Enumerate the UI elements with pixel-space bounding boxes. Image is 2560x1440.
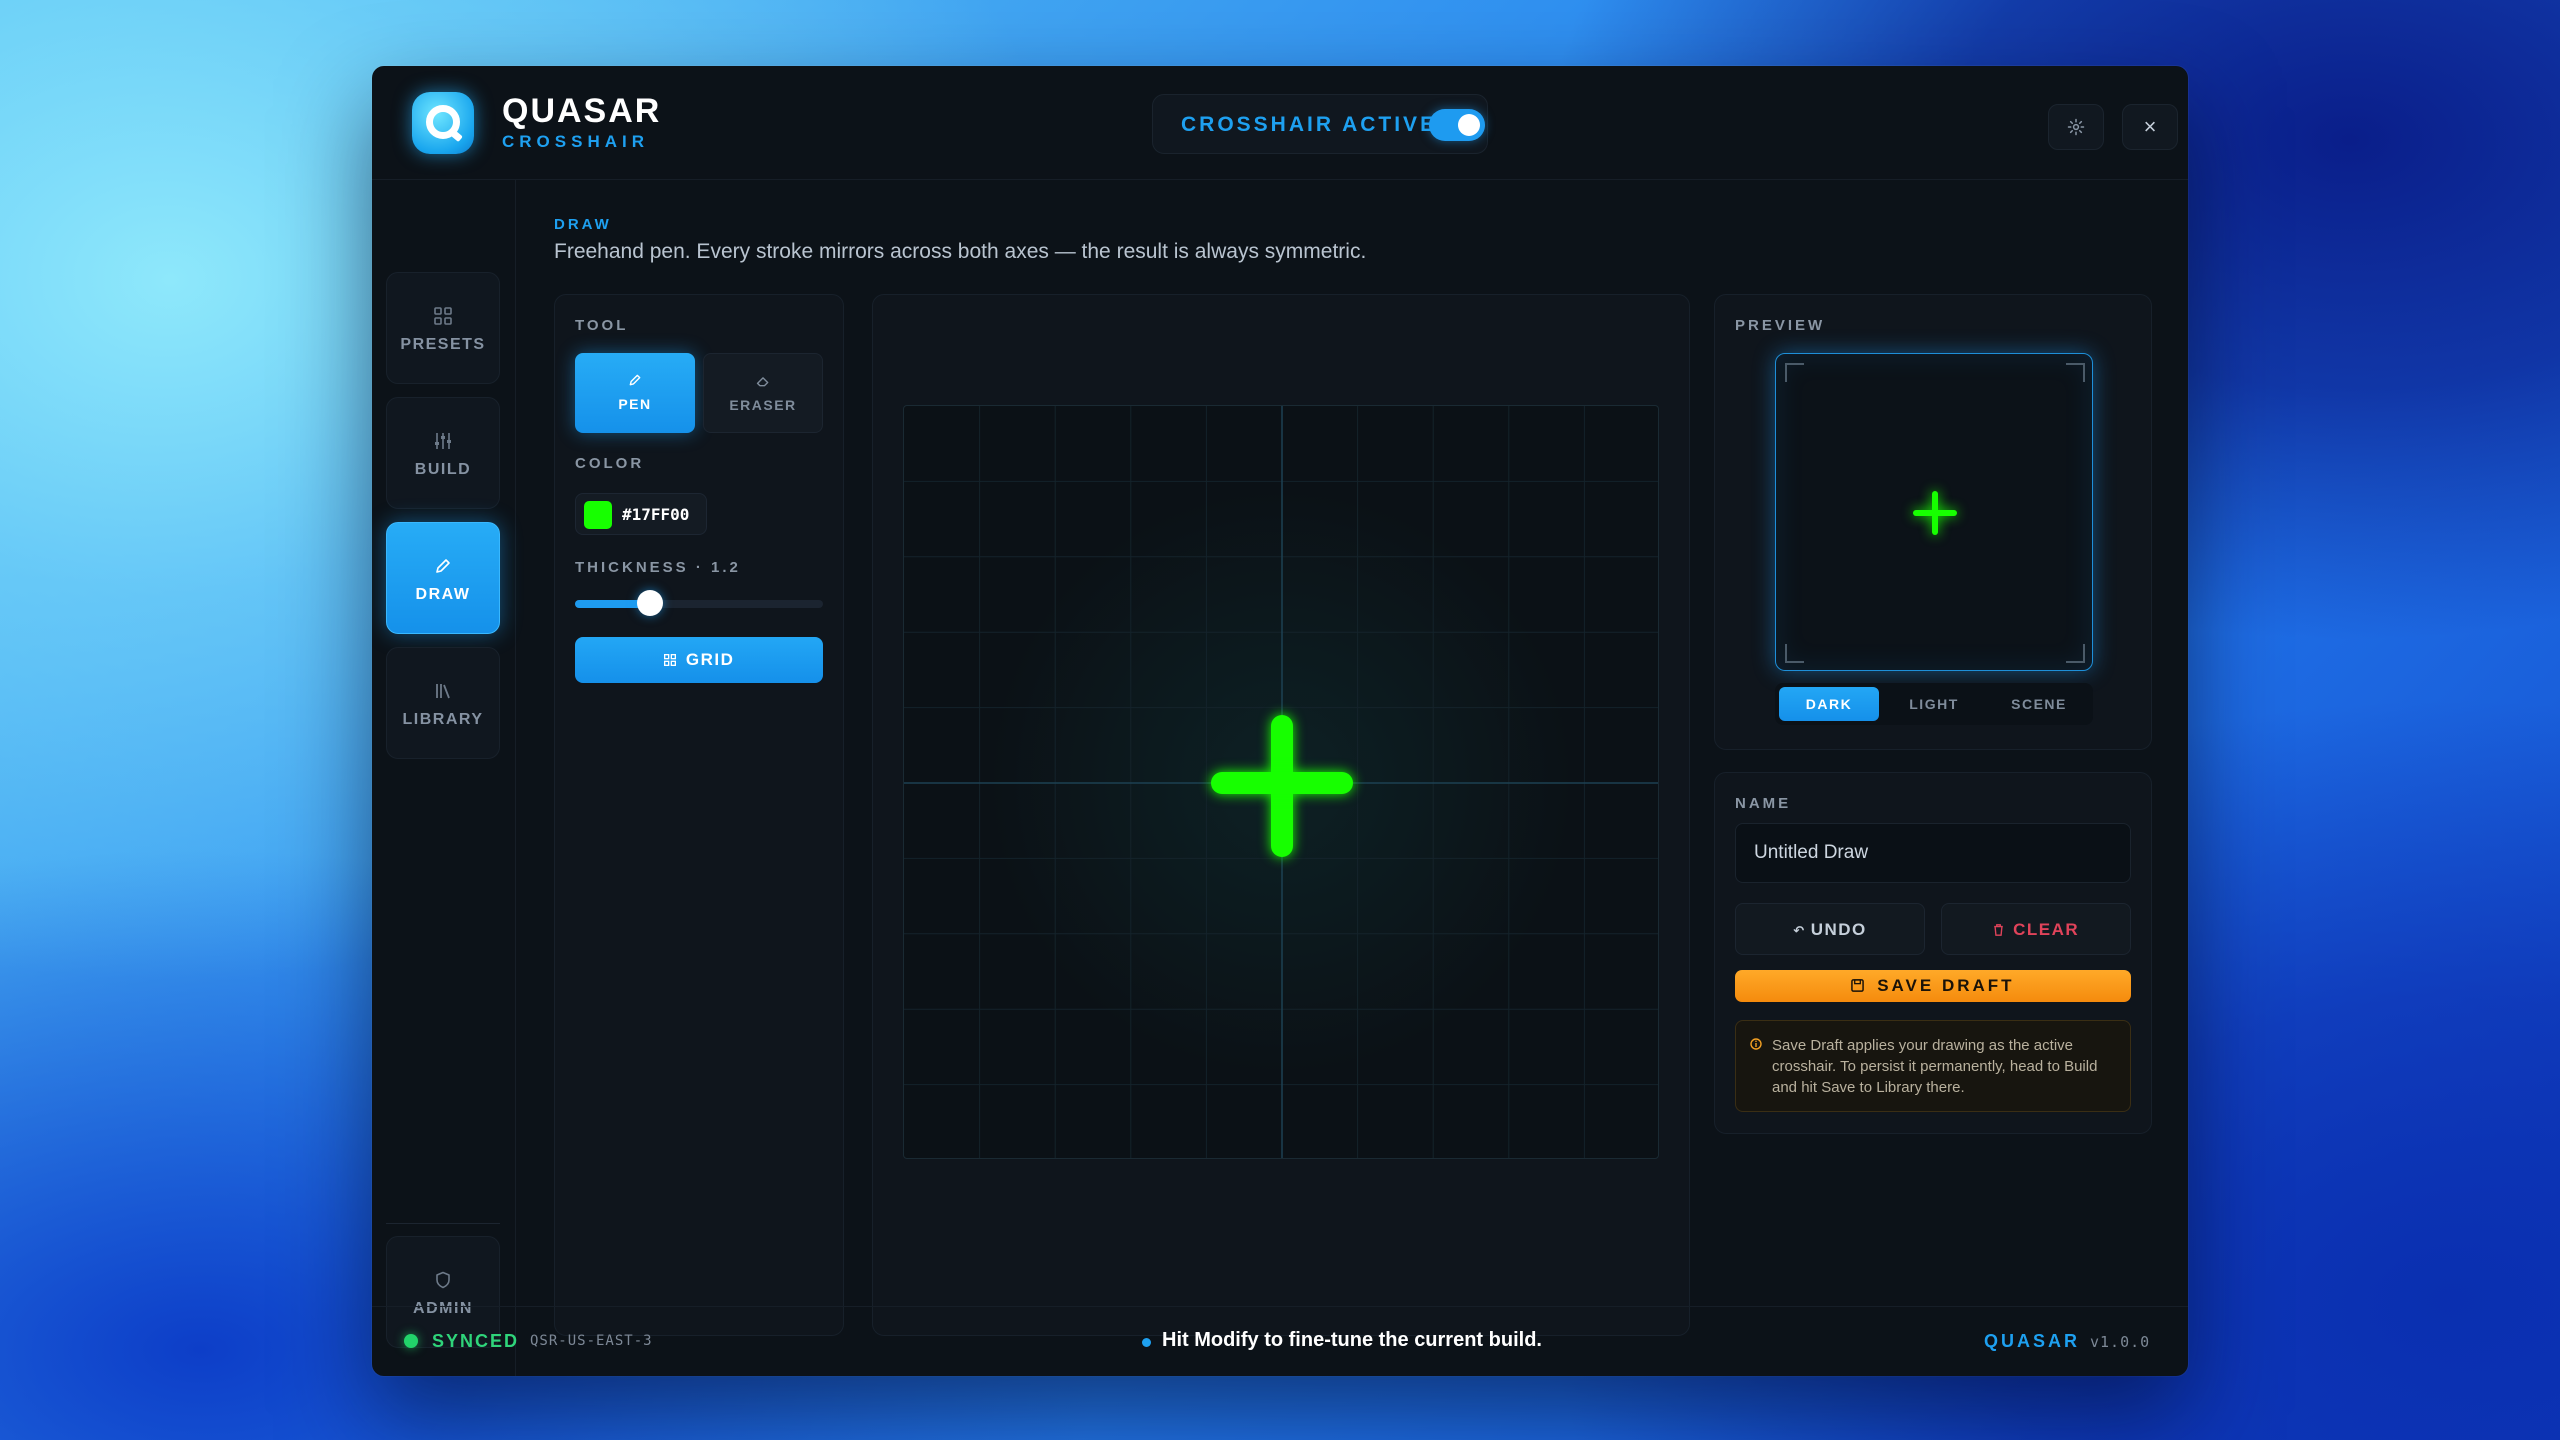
- color-swatch: [584, 501, 612, 529]
- settings-button[interactable]: [2048, 104, 2104, 150]
- undo-label: UNDO: [1810, 920, 1867, 939]
- app-window: QUASAR CROSSHAIR CROSSHAIR ACTIVE × PRES…: [372, 66, 2188, 1376]
- undo-button[interactable]: ↶ UNDO: [1735, 903, 1925, 955]
- clear-label: CLEAR: [2013, 920, 2080, 939]
- grid-toggle-label: GRID: [685, 650, 735, 669]
- color-label: COLOR: [575, 455, 645, 472]
- sidebar-item-label: DRAW: [415, 586, 471, 603]
- crosshair-active-label: CROSSHAIR ACTIVE: [1181, 113, 1438, 136]
- server-region: QSR-US-EAST-3: [530, 1333, 653, 1349]
- sliders-icon: [387, 432, 499, 455]
- name-label: NAME: [1735, 795, 1792, 812]
- tip-dot-icon: [1142, 1338, 1151, 1347]
- save-draft-label: SAVE DRAFT: [1877, 976, 2015, 995]
- sidebar-item-draw[interactable]: DRAW: [386, 522, 500, 634]
- undo-icon: ↶: [1793, 923, 1811, 938]
- sidebar-item-presets[interactable]: PRESETS: [386, 272, 500, 384]
- preview-panel: PREVIEW DARK LIGHT SCENE: [1714, 294, 2152, 750]
- info-icon: [1750, 1035, 1762, 1056]
- sync-status: SYNCED: [432, 1331, 520, 1351]
- name-input[interactable]: [1735, 823, 2131, 883]
- pencil-icon: [575, 373, 695, 390]
- grid-icon: [663, 650, 686, 669]
- color-picker[interactable]: #17FF00: [575, 493, 707, 535]
- drawn-crosshair: [1211, 715, 1353, 857]
- sidebar-item-label: BUILD: [414, 461, 472, 478]
- pencil-icon: [387, 557, 499, 580]
- switch-knob: [1458, 114, 1480, 136]
- name-panel: NAME ↶ UNDO CLEAR SAVE DRAFT Save Draft …: [1714, 772, 2152, 1134]
- shield-icon: [387, 1271, 499, 1294]
- app-version: v1.0.0: [2090, 1333, 2151, 1351]
- save-draft-button[interactable]: SAVE DRAFT: [1735, 970, 2131, 1002]
- canvas-panel: [872, 294, 1690, 1336]
- books-icon: [387, 682, 499, 705]
- section-tag: DRAW: [554, 216, 612, 233]
- status-tip: Hit Modify to fine-tune the current buil…: [1162, 1329, 1542, 1351]
- crosshair-active-switch[interactable]: [1429, 109, 1485, 141]
- thickness-slider-handle[interactable]: [637, 590, 663, 616]
- save-draft-note: Save Draft applies your drawing as the a…: [1735, 1020, 2131, 1112]
- crosshair-active-toggle[interactable]: CROSSHAIR ACTIVE: [1152, 94, 1488, 154]
- preview-tab-light[interactable]: LIGHT: [1884, 687, 1984, 721]
- pen-tool-label: PEN: [618, 396, 652, 412]
- eraser-tool-button[interactable]: ERASER: [703, 353, 823, 433]
- pen-tool-button[interactable]: PEN: [575, 353, 695, 433]
- sidebar-item-library[interactable]: LIBRARY: [386, 647, 500, 759]
- sync-status-dot-icon: [404, 1334, 418, 1348]
- sidebar-item-build[interactable]: BUILD: [386, 397, 500, 509]
- brand-subtitle: CROSSHAIR: [502, 132, 650, 151]
- close-icon: ×: [2143, 114, 2157, 139]
- thickness-label: THICKNESS · 1.2: [575, 559, 741, 576]
- grid-toggle-button[interactable]: GRID: [575, 637, 823, 683]
- preview-tab-scene[interactable]: SCENE: [1989, 687, 2089, 721]
- gear-icon: [2067, 118, 2085, 136]
- grid-icon: [387, 307, 499, 330]
- color-hex-value: #17FF00: [622, 505, 690, 524]
- preview-label: PREVIEW: [1735, 317, 1826, 334]
- eraser-icon: [704, 374, 822, 391]
- status-bar: SYNCED QSR-US-EAST-3 Hit Modify to fine-…: [372, 1306, 2188, 1376]
- floppy-disk-icon: [1851, 976, 1877, 995]
- sidebar-item-label: LIBRARY: [402, 711, 484, 728]
- footer-brand: QUASAR: [1984, 1331, 2081, 1351]
- close-button[interactable]: ×: [2122, 104, 2178, 150]
- save-draft-note-text: Save Draft applies your drawing as the a…: [1772, 1037, 2098, 1096]
- canvas-grid: [904, 406, 1658, 1158]
- drawing-canvas[interactable]: [903, 405, 1659, 1159]
- tool-panel: TOOL PEN ERASER COLOR #17FF00 THICKNESS …: [554, 294, 844, 1336]
- trash-icon: [1993, 920, 2013, 939]
- preview-crosshair: [1785, 363, 2085, 663]
- sidebar: PRESETS BUILD DRAW LIBRARY ADMIN: [372, 180, 516, 1376]
- quasar-logo-icon: [412, 92, 474, 154]
- header: QUASAR CROSSHAIR CROSSHAIR ACTIVE ×: [372, 66, 2188, 180]
- clear-button[interactable]: CLEAR: [1941, 903, 2131, 955]
- eraser-tool-label: ERASER: [729, 397, 797, 413]
- thickness-slider[interactable]: [575, 600, 823, 608]
- preview-box: [1775, 353, 2093, 671]
- sidebar-item-label: PRESETS: [400, 336, 486, 353]
- brand-title: QUASAR: [502, 92, 662, 130]
- preview-tab-dark[interactable]: DARK: [1779, 687, 1879, 721]
- section-description: Freehand pen. Every stroke mirrors acros…: [554, 240, 1367, 263]
- sidebar-divider: [386, 1223, 500, 1224]
- tool-label: TOOL: [575, 317, 629, 334]
